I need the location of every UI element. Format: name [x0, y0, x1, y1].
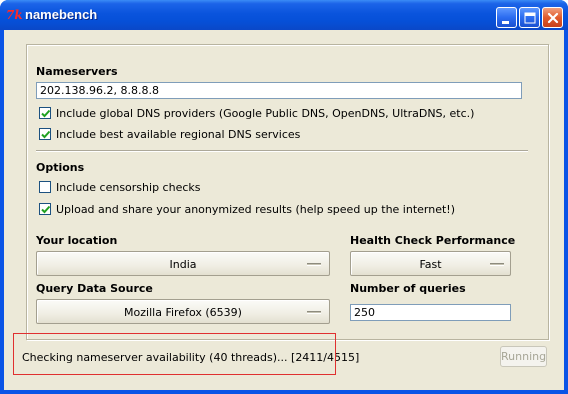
- title-bar[interactable]: 7k namebench: [0, 0, 568, 30]
- include-global-checkbox[interactable]: [39, 107, 51, 119]
- maximize-button[interactable]: [519, 7, 540, 28]
- app-window: 7k namebench Nameservers 202.138.96.2, 8…: [0, 0, 568, 394]
- location-heading: Your location: [36, 234, 118, 247]
- health-check-heading: Health Check Performance: [350, 234, 516, 247]
- tk-feather-icon: 7k: [6, 8, 23, 22]
- include-regional-label[interactable]: Include best available regional DNS serv…: [56, 128, 300, 141]
- window-title: namebench: [25, 7, 98, 22]
- query-source-dropdown[interactable]: Mozilla Firefox (6539): [36, 299, 330, 324]
- running-button[interactable]: Running: [500, 346, 547, 367]
- censorship-label[interactable]: Include censorship checks: [56, 181, 200, 194]
- checkmark-icon: [41, 205, 51, 214]
- location-dropdown[interactable]: India: [36, 251, 330, 276]
- health-check-value: Fast: [419, 258, 442, 271]
- dropdown-indicator-icon: [307, 311, 321, 314]
- maximize-icon: [524, 12, 536, 24]
- query-source-value: Mozilla Firefox (6539): [124, 306, 242, 319]
- minimize-icon: [502, 21, 509, 24]
- upload-results-checkbox[interactable]: [39, 203, 51, 215]
- dropdown-indicator-icon: [490, 263, 504, 266]
- query-source-heading: Query Data Source: [36, 282, 153, 295]
- health-check-dropdown[interactable]: Fast: [350, 251, 511, 276]
- upload-results-label[interactable]: Upload and share your anonymized results…: [56, 203, 455, 216]
- status-highlight-box: [13, 333, 336, 375]
- minimize-button[interactable]: [496, 7, 517, 28]
- dropdown-indicator-icon: [307, 263, 321, 266]
- include-global-label[interactable]: Include global DNS providers (Google Pub…: [56, 107, 474, 120]
- options-heading: Options: [36, 161, 85, 174]
- close-button[interactable]: [542, 7, 563, 28]
- nameservers-heading: Nameservers: [36, 65, 118, 78]
- section-divider: [36, 150, 528, 152]
- close-icon: [547, 12, 559, 24]
- nameservers-input[interactable]: 202.138.96.2, 8.8.8.8: [36, 82, 522, 99]
- queries-input[interactable]: 250: [350, 304, 511, 321]
- censorship-checkbox[interactable]: [39, 181, 51, 193]
- checkmark-icon: [41, 130, 51, 139]
- checkmark-icon: [41, 109, 51, 118]
- include-regional-checkbox[interactable]: [39, 128, 51, 140]
- queries-heading: Number of queries: [350, 282, 466, 295]
- location-value: India: [169, 258, 197, 271]
